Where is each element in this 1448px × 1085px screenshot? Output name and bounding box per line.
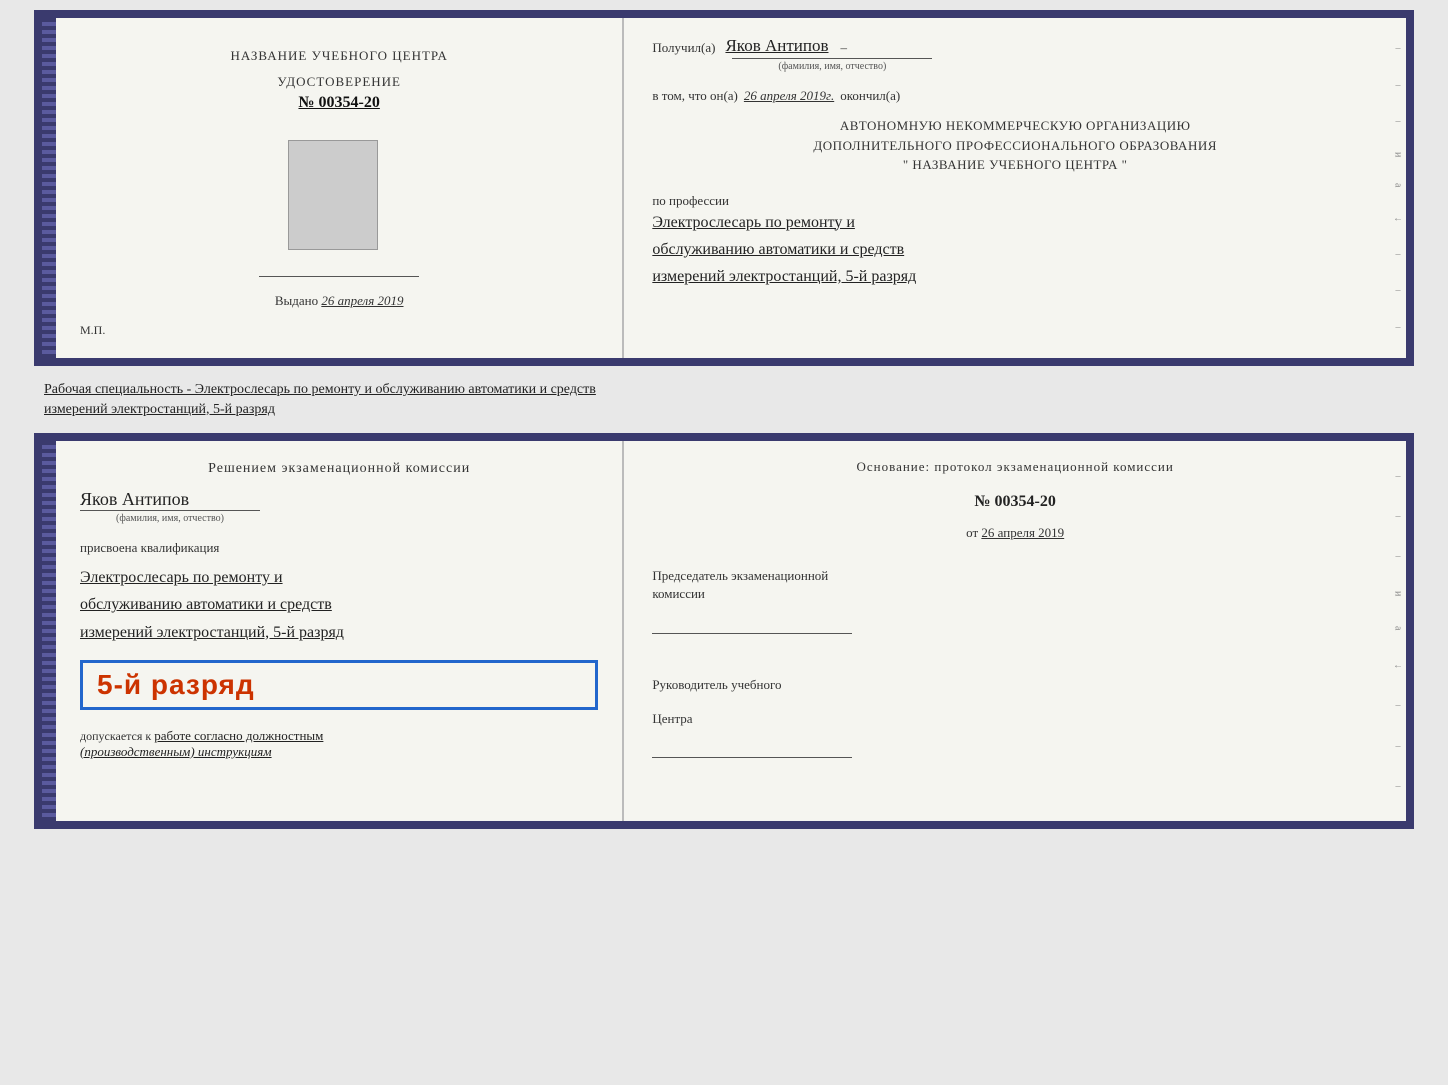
right-side-marks: – – – и а ← – – – — [1390, 18, 1406, 358]
org-line3: " НАЗВАНИЕ УЧЕБНОГО ЦЕНТРА " — [652, 155, 1378, 175]
training-center-title: НАЗВАНИЕ УЧЕБНОГО ЦЕНТРА — [230, 48, 447, 64]
commission-name-block: Яков Антипов (фамилия, имя, отчество) — [80, 485, 598, 524]
specialty-secondary: измерений электростанций, 5-й разряд — [44, 402, 275, 417]
bottom-book-spine — [42, 441, 56, 821]
qualification-block: Электрослесарь по ремонту и обслуживанию… — [80, 564, 598, 646]
confirm-block: в том, что он(а) 26 апреля 2019г. окончи… — [652, 88, 1378, 104]
mp-label: М.П. — [80, 323, 105, 338]
recipient-name: Яков Антипов — [725, 36, 828, 56]
qual-line3: измерений электростанций, 5-й разряд — [80, 619, 598, 646]
specialty-main: Рабочая специальность - Электрослесарь п… — [44, 382, 596, 397]
org-block: АВТОНОМНУЮ НЕКОММЕРЧЕСКУЮ ОРГАНИЗАЦИЮ ДО… — [652, 116, 1378, 175]
profession-block: по профессии Электрослесарь по ремонту и… — [652, 187, 1378, 291]
issued-block: Выдано 26 апреля 2019 — [275, 293, 404, 309]
top-book-right-page: Получил(а) Яков Антипов – (фамилия, имя,… — [624, 18, 1406, 358]
commission-name: Яков Антипов — [80, 489, 189, 510]
head-signature-line — [652, 734, 852, 758]
allowed-handwritten: работе согласно должностным — [154, 728, 323, 743]
chairman-signature-line — [652, 610, 852, 634]
qual-line2: обслуживанию автоматики и средств — [80, 591, 598, 618]
protocol-date-prefix: от — [966, 525, 978, 540]
cert-number: № 00354-20 — [277, 94, 401, 112]
profession-label: по профессии — [652, 193, 1378, 209]
bottom-book: Решением экзаменационной комиссии Яков А… — [34, 433, 1414, 829]
profession-line2: обслуживанию автоматики и средств — [652, 236, 1378, 263]
protocol-number: № 00354-20 — [652, 493, 1378, 511]
issued-label: Выдано — [275, 293, 318, 308]
chairman-title2: комиссии — [652, 585, 1378, 603]
bottom-book-right-page: Основание: протокол экзаменационной коми… — [624, 441, 1406, 821]
chairman-block: Председатель экзаменационной комиссии — [652, 567, 1378, 633]
head-title1: Руководитель учебного — [652, 676, 1378, 694]
bottom-right-side-marks: – – – и а ← – – – — [1390, 441, 1406, 821]
recipient-block: Получил(а) Яков Антипов – (фамилия, имя,… — [652, 36, 1378, 72]
commission-fio-hint: (фамилия, имя, отчество) — [80, 510, 260, 524]
confirm-label: в том, что он(а) — [652, 88, 738, 104]
chairman-title1: Председатель экзаменационной — [652, 567, 1378, 585]
rank-stamp: 5-й разряд — [80, 660, 598, 710]
commission-title: Решением экзаменационной комиссии — [80, 461, 598, 477]
top-book: НАЗВАНИЕ УЧЕБНОГО ЦЕНТРА УДОСТОВЕРЕНИЕ №… — [34, 10, 1414, 366]
allowed-handwritten2: (производственным) инструкциям — [80, 744, 272, 759]
protocol-date-value: 26 апреля 2019 — [981, 525, 1064, 540]
profession-line3: измерений электростанций, 5-й разряд — [652, 263, 1378, 290]
photo-placeholder — [288, 140, 378, 250]
issued-date: 26 апреля 2019 — [321, 293, 403, 308]
cert-label: УДОСТОВЕРЕНИЕ — [277, 74, 401, 90]
fio-hint-top: (фамилия, имя, отчество) — [732, 58, 932, 72]
confirm-date: 26 апреля 2019г. — [744, 88, 834, 104]
cert-block: УДОСТОВЕРЕНИЕ № 00354-20 — [277, 74, 401, 112]
allowed-label: допускается к — [80, 729, 151, 743]
org-line2: ДОПОЛНИТЕЛЬНОГО ПРОФЕССИОНАЛЬНОГО ОБРАЗО… — [652, 136, 1378, 156]
head-title2: Центра — [652, 710, 1378, 728]
top-book-left-page: НАЗВАНИЕ УЧЕБНОГО ЦЕНТРА УДОСТОВЕРЕНИЕ №… — [56, 18, 624, 358]
basis-title: Основание: протокол экзаменационной коми… — [652, 459, 1378, 475]
head-block: Руководитель учебного Центра — [652, 660, 1378, 758]
allowed-block: допускается к работе согласно должностны… — [80, 728, 598, 760]
qualification-label: присвоена квалификация — [80, 540, 598, 556]
received-label: Получил(а) — [652, 40, 715, 56]
confirm-end: окончил(а) — [840, 88, 900, 104]
protocol-date-block: от 26 апреля 2019 — [652, 525, 1378, 541]
bottom-book-left-page: Решением экзаменационной комиссии Яков А… — [56, 441, 624, 821]
qual-line1: Электрослесарь по ремонту и — [80, 564, 598, 591]
org-line1: АВТОНОМНУЮ НЕКОММЕРЧЕСКУЮ ОРГАНИЗАЦИЮ — [652, 116, 1378, 136]
profession-line1: Электрослесарь по ремонту и — [652, 209, 1378, 236]
top-book-spine — [42, 18, 56, 358]
specialty-text: Рабочая специальность - Электрослесарь п… — [34, 374, 1414, 425]
